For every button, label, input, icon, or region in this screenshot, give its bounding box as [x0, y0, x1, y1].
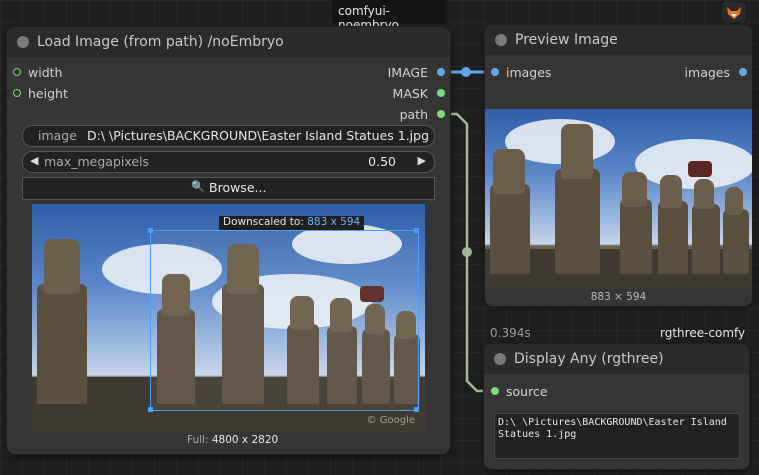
- execution-time-badge: 0.394s: [490, 326, 531, 340]
- image-path-label: image: [38, 128, 77, 143]
- statue-head: [622, 172, 647, 207]
- collapse-dot-icon[interactable]: [494, 353, 506, 365]
- collapse-dot-icon[interactable]: [17, 36, 29, 48]
- statue: [692, 204, 720, 274]
- load-image-node[interactable]: Load Image (from path) /noEmbryo width h…: [7, 27, 450, 454]
- increment-arrow-icon[interactable]: ▶: [418, 154, 426, 167]
- preview-caption: 883 × 594: [590, 291, 647, 303]
- statue-head: [694, 179, 714, 209]
- decrement-arrow-icon[interactable]: ◀: [30, 154, 38, 167]
- images-input-slot[interactable]: [491, 68, 499, 76]
- watermark-text: © Google: [366, 415, 415, 426]
- mask-output-slot[interactable]: [437, 89, 445, 97]
- path-output-label: path: [399, 107, 428, 122]
- statue: [620, 199, 652, 274]
- browse-button[interactable]: 🔍 Browse...: [22, 177, 435, 200]
- crop-handle[interactable]: [148, 407, 153, 412]
- search-icon: 🔍: [191, 180, 205, 193]
- display-text-box[interactable]: D:\ \Pictures\BACKGROUND\Easter Island S…: [494, 413, 740, 459]
- preview-title-bar[interactable]: Preview Image: [485, 25, 752, 55]
- images-output-slot[interactable]: [739, 68, 747, 76]
- max-megapixels-label: max_megapixels: [44, 154, 150, 169]
- height-input-label: height: [28, 86, 68, 101]
- statue: [37, 284, 87, 404]
- image-output-slot[interactable]: [437, 68, 445, 76]
- width-input-label: width: [28, 65, 63, 80]
- display-any-title-bar[interactable]: Display Any (rgthree): [484, 344, 749, 374]
- full-value: 4800 x 2820: [211, 434, 279, 446]
- crop-handle[interactable]: [148, 228, 153, 233]
- statue-head: [44, 239, 80, 294]
- display-text-value: D:\ \Pictures\BACKGROUND\Easter Island S…: [498, 417, 727, 440]
- image-path-widget[interactable]: image D:\ \Pictures\BACKGROUND\Easter Is…: [22, 125, 435, 147]
- load-image-title: Load Image (from path) /noEmbryo: [37, 34, 284, 50]
- source-input-slot[interactable]: [491, 387, 499, 395]
- display-any-node[interactable]: Display Any (rgthree) source D:\ \Pictur…: [484, 344, 749, 469]
- preview-title: Preview Image: [515, 32, 618, 48]
- fox-icon[interactable]: [722, 2, 746, 22]
- images-input-label: images: [506, 65, 552, 80]
- downscaled-value: 883 x 594: [307, 216, 361, 228]
- full-prefix: Full:: [187, 434, 209, 446]
- display-any-title: Display Any (rgthree): [514, 351, 664, 367]
- downscaled-prefix: Downscaled to:: [223, 216, 304, 228]
- max-megapixels-widget[interactable]: ◀ max_megapixels 0.50 ▶: [22, 151, 435, 173]
- load-image-title-bar[interactable]: Load Image (from path) /noEmbryo: [7, 27, 450, 57]
- statue-head: [493, 149, 525, 194]
- statue-topknot: [688, 161, 712, 177]
- mask-output-label: MASK: [392, 86, 428, 101]
- fox-icon-glyph: [727, 7, 741, 19]
- statue-head: [725, 187, 743, 215]
- statue-head: [660, 175, 682, 208]
- rgthree-badge: rgthree-comfy: [660, 326, 746, 340]
- image-path-value: D:\ \Pictures\BACKGROUND\Easter Island S…: [87, 128, 430, 143]
- statue-head: [561, 124, 593, 179]
- group-label[interactable]: comfyui-noembryo: [332, 0, 446, 32]
- source-input-label: source: [506, 384, 548, 399]
- statue: [555, 169, 600, 274]
- crop-selection-box[interactable]: [150, 230, 419, 411]
- crop-handle[interactable]: [414, 228, 419, 233]
- path-link-midpoint[interactable]: [462, 247, 472, 257]
- images-output-label: images: [684, 65, 730, 80]
- max-megapixels-value: 0.50: [368, 154, 396, 169]
- preview-image-node[interactable]: Preview Image images images 883 × 594: [485, 25, 752, 306]
- statue: [658, 201, 688, 274]
- statue: [723, 209, 749, 274]
- full-size-label: Full: 4800 x 2820: [187, 434, 278, 446]
- image-link-midpoint[interactable]: [461, 67, 471, 77]
- image-output-label: IMAGE: [387, 65, 428, 80]
- preview-output-image: [485, 109, 752, 289]
- statue: [490, 184, 530, 274]
- downscaled-label: Downscaled to: 883 x 594: [219, 216, 365, 230]
- crop-handle[interactable]: [414, 407, 419, 412]
- browse-label: Browse...: [209, 180, 267, 195]
- path-output-slot[interactable]: [437, 110, 445, 118]
- collapse-dot-icon[interactable]: [495, 34, 507, 46]
- width-input-slot[interactable]: [13, 68, 21, 76]
- height-input-slot[interactable]: [13, 89, 21, 97]
